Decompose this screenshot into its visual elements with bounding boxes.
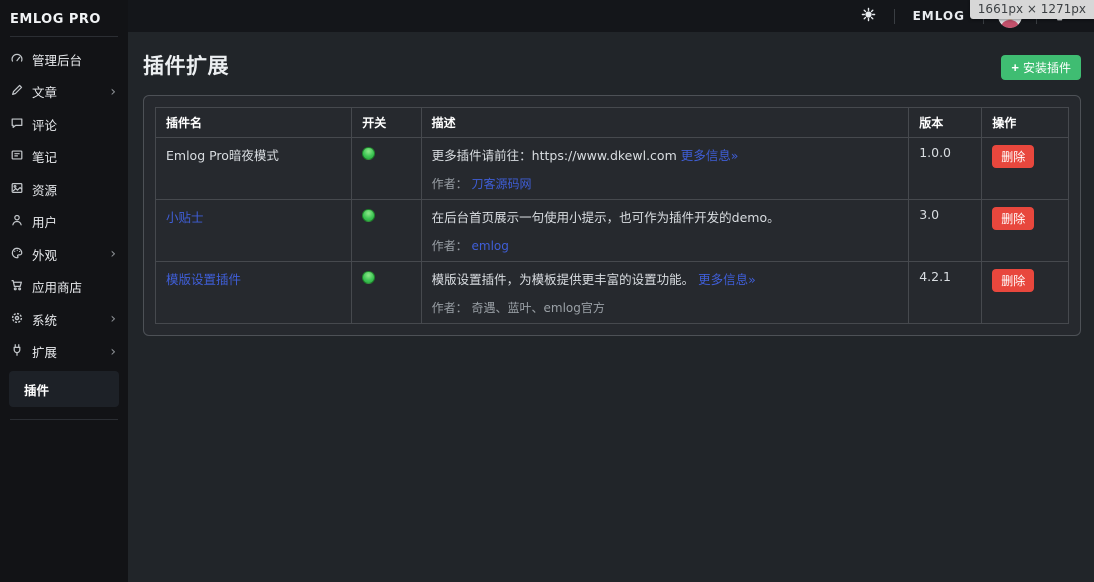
sidebar-item-label: 扩展 <box>32 342 102 361</box>
sidebar-item-label: 评论 <box>32 115 118 134</box>
toggle-on-icon[interactable] <box>362 209 375 222</box>
header-description: 描述 <box>421 108 909 138</box>
cart-icon <box>10 278 24 295</box>
sidebar-item-users[interactable]: 用户 <box>0 206 128 239</box>
chevron-right-icon: › <box>110 247 118 261</box>
sidebar-item-label: 资源 <box>32 180 118 199</box>
topbar: EMLOG <box>128 0 1094 32</box>
table-row: Emlog Pro暗夜模式 更多插件请前往：https://www.dkewl.… <box>156 138 1069 200</box>
chevron-right-icon: › <box>110 345 118 359</box>
author-line: 作者： 奇遇、蓝叶、emlog官方 <box>432 299 899 316</box>
delete-button[interactable]: 删除 <box>992 269 1034 292</box>
description-text: 更多插件请前往：https://www.dkewl.com <box>432 148 681 163</box>
plugin-version: 4.2.1 <box>919 269 951 284</box>
more-info-link[interactable]: 更多信息» <box>698 272 756 287</box>
sidebar-item-extensions[interactable]: 扩展 › <box>0 336 128 369</box>
table-header-row: 插件名 开关 描述 版本 操作 <box>156 108 1069 138</box>
author-text: 奇遇、蓝叶、emlog官方 <box>472 301 605 315</box>
sidebar: EMLOG PRO 管理后台 文章 › 评论 笔记 资源 <box>0 0 128 582</box>
install-plugin-label: 安装插件 <box>1023 59 1071 76</box>
sidebar-divider <box>10 419 118 420</box>
sidebar-item-label: 应用商店 <box>32 277 118 296</box>
sidebar-nav: 管理后台 文章 › 评论 笔记 资源 用户 <box>0 37 128 419</box>
author-link[interactable]: emlog <box>472 239 509 253</box>
palette-icon <box>10 246 24 263</box>
author-label: 作者： <box>432 239 468 253</box>
delete-button[interactable]: 删除 <box>992 145 1034 168</box>
app-window: EMLOG PRO 管理后台 文章 › 评论 笔记 资源 <box>0 0 1094 582</box>
sidebar-item-dashboard[interactable]: 管理后台 <box>0 43 128 76</box>
sidebar-item-app-store[interactable]: 应用商店 <box>0 271 128 304</box>
gear-icon <box>10 311 24 328</box>
plug-icon <box>10 343 24 360</box>
theme-toggle-button[interactable] <box>843 0 894 32</box>
sidebar-item-label: 用户 <box>32 212 118 231</box>
app-logo[interactable]: EMLOG PRO <box>0 6 128 36</box>
chevron-right-icon: › <box>110 312 118 326</box>
sidebar-item-articles[interactable]: 文章 › <box>0 76 128 109</box>
plugins-table: 插件名 开关 描述 版本 操作 Emlog Pro暗夜模式 更多插件请 <box>155 107 1069 324</box>
plugin-name-link[interactable]: 小贴士 <box>166 210 204 225</box>
sidebar-item-label: 系统 <box>32 310 102 329</box>
header-switch: 开关 <box>352 108 421 138</box>
sidebar-item-system[interactable]: 系统 › <box>0 303 128 336</box>
sidebar-item-label: 笔记 <box>32 147 118 166</box>
plugin-name: Emlog Pro暗夜模式 <box>166 148 279 163</box>
plugin-description: 在后台首页展示一句使用小提示，也可作为插件开发的demo。 <box>432 207 899 226</box>
table-row: 模版设置插件 模版设置插件，为模板提供更丰富的设置功能。 更多信息» 作者： 奇… <box>156 262 1069 324</box>
description-text: 在后台首页展示一句使用小提示，也可作为插件开发的demo。 <box>432 210 780 225</box>
plus-icon: + <box>1011 61 1019 74</box>
screen-dimension-tooltip: 1661px × 1271px <box>970 0 1094 19</box>
comment-icon <box>10 116 24 133</box>
author-label: 作者： <box>432 301 468 315</box>
user-icon <box>10 213 24 230</box>
sidebar-item-notes[interactable]: 笔记 <box>0 141 128 174</box>
page-header: 插件扩展 + 安装插件 <box>143 50 1081 80</box>
sidebar-item-label: 外观 <box>32 245 102 264</box>
sidebar-item-label: 文章 <box>32 82 102 101</box>
sidebar-item-appearance[interactable]: 外观 › <box>0 238 128 271</box>
install-plugin-button[interactable]: + 安装插件 <box>1001 55 1081 80</box>
sidebar-item-label: 管理后台 <box>32 50 118 69</box>
header-actions: 操作 <box>982 108 1069 138</box>
delete-button[interactable]: 删除 <box>992 207 1034 230</box>
plugins-card: 插件名 开关 描述 版本 操作 Emlog Pro暗夜模式 更多插件请 <box>143 95 1081 336</box>
more-info-link[interactable]: 更多信息» <box>681 148 739 163</box>
sun-icon <box>861 7 876 25</box>
toggle-on-icon[interactable] <box>362 147 375 160</box>
sidebar-subitem-plugins-active[interactable]: 插件 <box>9 371 119 407</box>
header-version: 版本 <box>909 108 982 138</box>
plugin-version: 1.0.0 <box>919 145 951 160</box>
speedometer-icon <box>10 51 24 68</box>
toggle-on-icon[interactable] <box>362 271 375 284</box>
main-content: 插件扩展 + 安装插件 插件名 开关 描述 版 <box>128 32 1094 582</box>
author-line: 作者： 刀客源码网 <box>432 175 899 192</box>
author-link[interactable]: 刀客源码网 <box>472 177 532 191</box>
plugin-description: 更多插件请前往：https://www.dkewl.com 更多信息» <box>432 145 899 164</box>
sidebar-item-comments[interactable]: 评论 <box>0 108 128 141</box>
content-column: EMLOG 插件扩展 + 安装插件 <box>128 0 1094 582</box>
image-icon <box>10 181 24 198</box>
plugin-description: 模版设置插件，为模板提供更丰富的设置功能。 更多信息» <box>432 269 899 288</box>
note-icon <box>10 148 24 165</box>
chevron-right-icon: › <box>110 85 118 99</box>
sidebar-item-resources[interactable]: 资源 <box>0 173 128 206</box>
description-text: 模版设置插件，为模板提供更丰富的设置功能。 <box>432 272 698 287</box>
page-title: 插件扩展 <box>143 50 229 80</box>
plugin-name-link[interactable]: 模版设置插件 <box>166 272 241 287</box>
header-plugin-name: 插件名 <box>156 108 352 138</box>
pencil-icon <box>10 83 24 100</box>
plugin-version: 3.0 <box>919 207 939 222</box>
author-line: 作者： emlog <box>432 237 899 254</box>
table-row: 小贴士 在后台首页展示一句使用小提示，也可作为插件开发的demo。 作者： em… <box>156 200 1069 262</box>
author-label: 作者： <box>432 177 468 191</box>
